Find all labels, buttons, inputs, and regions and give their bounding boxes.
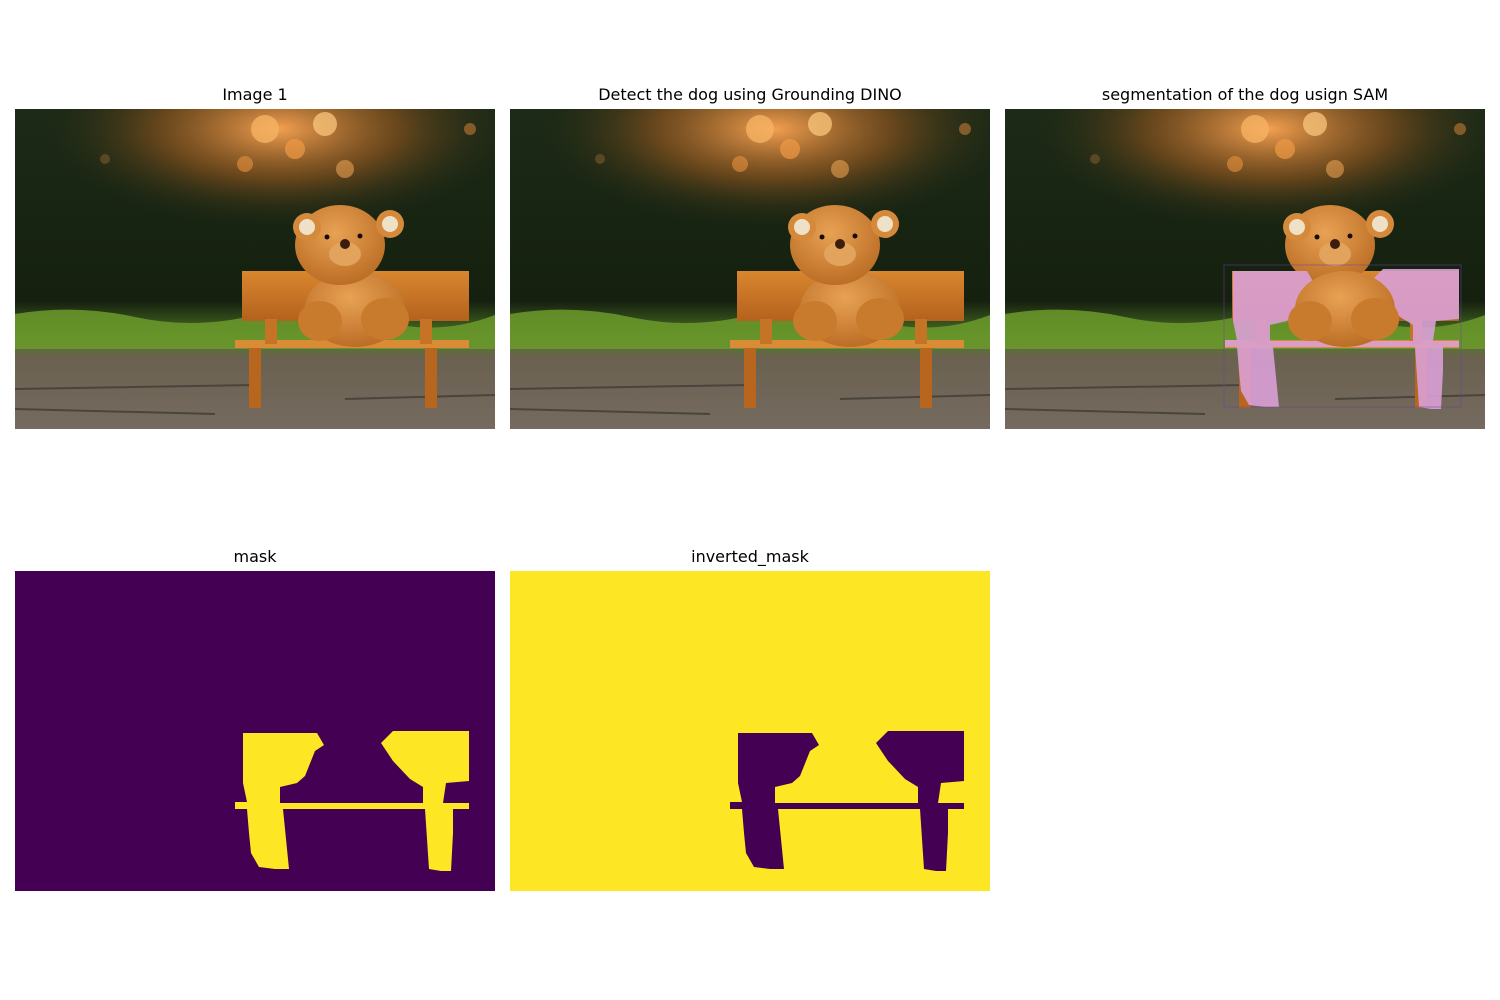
panel-title: inverted_mask (691, 547, 809, 566)
panel-title: mask (233, 547, 277, 566)
panel-title: segmentation of the dog usign SAM (1101, 85, 1389, 104)
panel-title: Detect the dog using Grounding DINO (598, 85, 902, 104)
segmentation-photo (1005, 109, 1485, 429)
detection-photo (510, 109, 990, 429)
inverted-mask-image (510, 571, 990, 891)
mask-image (15, 571, 495, 891)
original-photo (15, 109, 495, 429)
panel-title: Image 1 (222, 85, 288, 104)
